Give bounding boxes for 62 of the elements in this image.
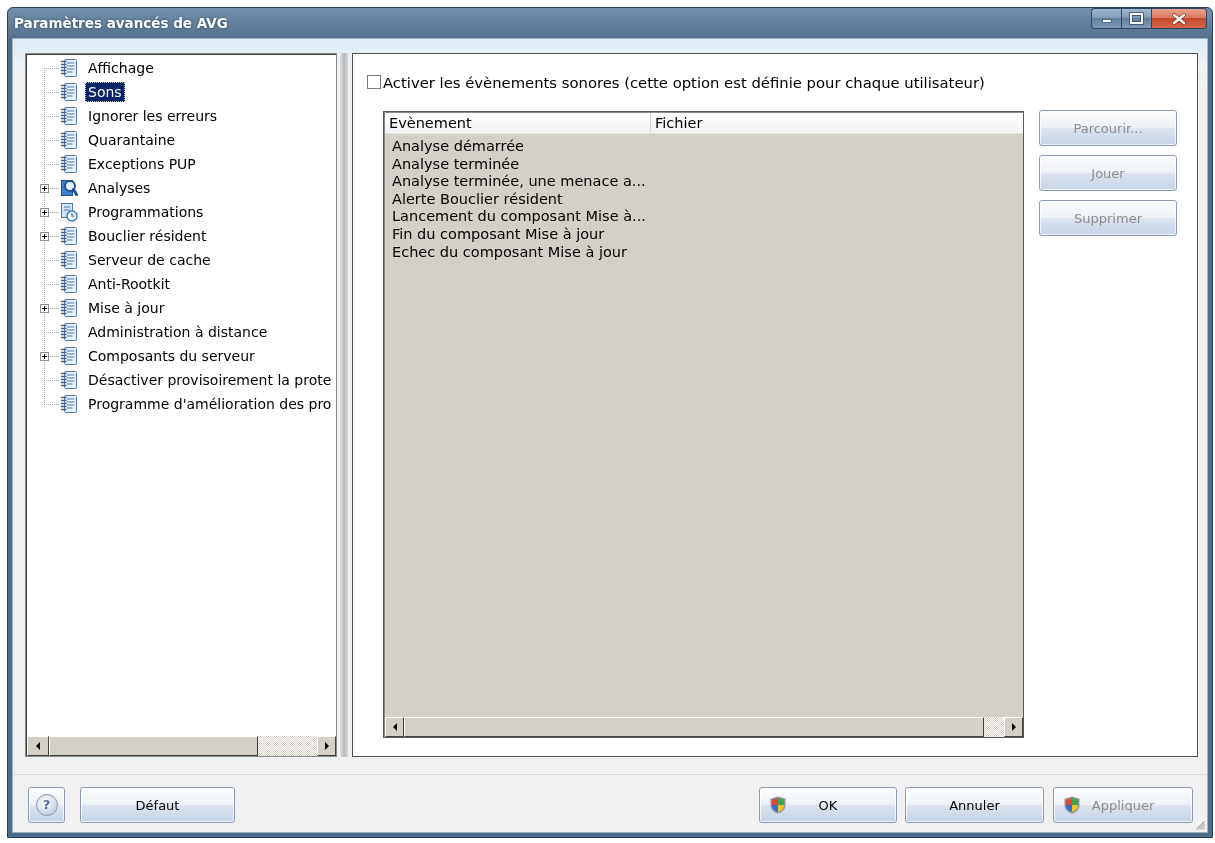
- maximize-icon: [1129, 12, 1144, 25]
- scroll-right-button[interactable]: [317, 736, 336, 756]
- tree-item[interactable]: Administration à distance: [85, 322, 271, 342]
- notebook-icon: [60, 226, 78, 246]
- tree-item[interactable]: Exceptions PUP: [85, 154, 199, 174]
- resize-grip-icon[interactable]: [1196, 821, 1205, 830]
- tree-item[interactable]: Sons: [85, 82, 125, 102]
- notebook-icon: [60, 274, 78, 294]
- horizontal-scrollbar[interactable]: [27, 736, 336, 756]
- tree-item[interactable]: Désactiver provisoirement la prote: [85, 370, 335, 390]
- notebook-icon: [60, 250, 78, 270]
- notebook-icon: [60, 82, 78, 102]
- tree-item[interactable]: Anti-Rootkit: [85, 274, 174, 294]
- scroll-right-button[interactable]: [1004, 717, 1023, 737]
- scroll-left-button[interactable]: [27, 736, 49, 756]
- notebook-icon: [60, 346, 78, 366]
- notebook-icon: [60, 154, 78, 174]
- close-button[interactable]: [1152, 8, 1207, 29]
- tree-item[interactable]: Programme d'amélioration des pro: [85, 394, 335, 414]
- dialog-button[interactable]: Annuler: [905, 787, 1044, 823]
- tree-item[interactable]: Mise à jour: [85, 298, 168, 318]
- tree-item[interactable]: Bouclier résident: [85, 226, 210, 246]
- checkbox-label[interactable]: Activer les évènements sonores (cette option est définie pour chaque utilisateur): [383, 73, 985, 91]
- window-title: Paramètres avancés de AVG: [14, 15, 228, 31]
- right-arrow-icon: [324, 742, 329, 750]
- plus-icon[interactable]: [40, 184, 49, 193]
- tree-item[interactable]: Serveur de cache: [85, 250, 214, 270]
- notebook-icon: [60, 370, 78, 390]
- shield-icon: [1064, 796, 1080, 814]
- checkbox[interactable]: [367, 75, 381, 89]
- tree-item[interactable]: Composants du serveur: [85, 346, 258, 366]
- minimize-icon: [1101, 19, 1112, 23]
- scrollbar-thumb[interactable]: [49, 736, 258, 756]
- notebook-icon: [60, 130, 78, 150]
- tree-item[interactable]: Affichage: [85, 58, 157, 78]
- help-icon: ?: [35, 794, 58, 816]
- notebook-icon: [60, 298, 78, 318]
- document-clock-icon: [60, 202, 78, 222]
- plus-icon[interactable]: [40, 304, 49, 313]
- minimize-button[interactable]: [1091, 8, 1121, 29]
- scroll-left-button[interactable]: [385, 717, 404, 737]
- notebook-icon: [60, 394, 78, 414]
- dialog-button[interactable]: OK: [759, 787, 897, 823]
- shield-icon: [770, 796, 786, 814]
- right-arrow-icon: [1011, 723, 1016, 731]
- magnifier-icon: [60, 178, 78, 198]
- tree-item[interactable]: Programmations: [85, 202, 207, 222]
- default-button[interactable]: Défaut: [80, 787, 235, 823]
- notebook-icon: [60, 322, 78, 342]
- plus-icon[interactable]: [40, 208, 49, 217]
- tree-item[interactable]: Ignorer les erreurs: [85, 106, 221, 126]
- maximize-button[interactable]: [1121, 8, 1152, 29]
- notebook-icon: [60, 58, 78, 78]
- tree-item[interactable]: Analyses: [85, 178, 154, 198]
- plus-icon[interactable]: [40, 232, 49, 241]
- close-icon: [1172, 12, 1186, 25]
- plus-icon[interactable]: [40, 352, 49, 361]
- left-arrow-icon: [392, 723, 397, 731]
- help-button[interactable]: ?: [28, 787, 65, 823]
- notebook-icon: [60, 106, 78, 126]
- tree-item[interactable]: Quarantaine: [85, 130, 179, 150]
- left-arrow-icon: [36, 742, 40, 750]
